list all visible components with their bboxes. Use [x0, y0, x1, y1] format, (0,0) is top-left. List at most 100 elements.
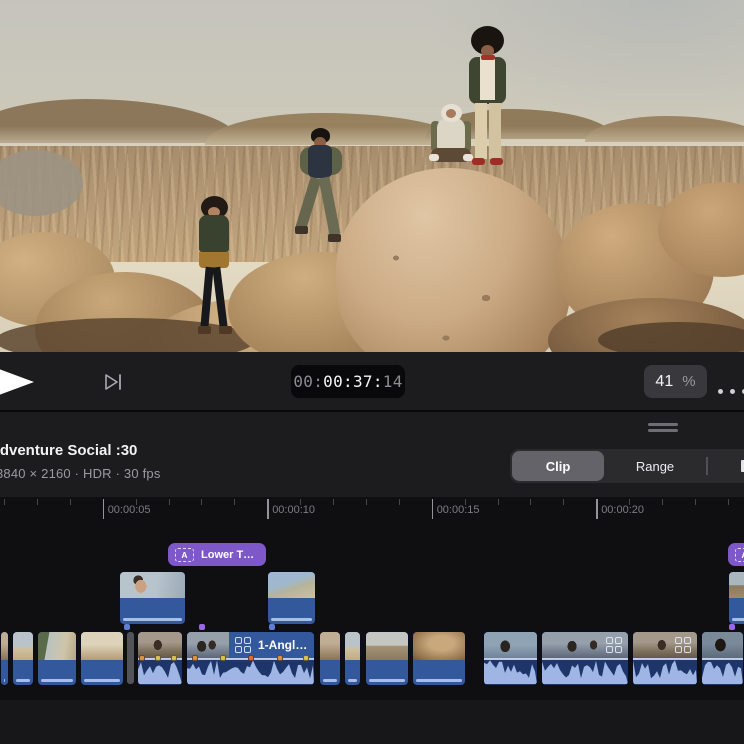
clip-marker [155, 655, 161, 661]
timeline-header: Adventure Social :30 3840 × 2160 · HDR ·… [0, 412, 744, 497]
timecode-hours: 00: [293, 372, 323, 391]
gap-clip[interactable] [127, 632, 134, 684]
multicam-icon [235, 637, 251, 653]
zoom-level-button[interactable]: 41 % [644, 365, 707, 398]
clip-marker [171, 655, 177, 661]
connected-clip[interactable] [728, 571, 744, 625]
timeline-clip[interactable] [344, 631, 361, 686]
timeline-clip[interactable] [0, 631, 9, 686]
clip-thumbnail [81, 632, 123, 660]
clip-thumbnail [320, 632, 340, 660]
clip-audio-stripe [84, 679, 120, 682]
audio-waveform [138, 659, 182, 684]
clip-marker [277, 655, 283, 661]
segment-range[interactable]: Range [604, 449, 706, 483]
timeline-clip[interactable] [137, 631, 183, 686]
timeline: 00:00:0500:00:1000:00:1500:00:20 ALower … [0, 497, 744, 744]
rock-shadow [598, 322, 744, 352]
clip-seam [702, 658, 743, 660]
timeline-clip[interactable] [483, 631, 538, 686]
title-clip-label: Lower T… [201, 549, 254, 561]
clip-thumbnail [702, 632, 743, 658]
clip-thumbnail [484, 632, 537, 658]
clip-marker [192, 655, 198, 661]
connection-dot [199, 624, 205, 630]
multicam-icon [606, 637, 622, 653]
zoom-unit: % [682, 373, 695, 390]
clip-audio-stripe [323, 679, 337, 682]
segment-divider [706, 457, 708, 475]
more-options-icon[interactable] [718, 389, 744, 395]
clip-thumbnail [120, 572, 185, 598]
clip-seam [633, 658, 697, 660]
clip-label: 1-Angl… [258, 638, 307, 652]
timeline-tracks: A Lower T… A 1-Angl… [0, 497, 744, 744]
skip-to-end-icon[interactable] [103, 372, 125, 392]
timeline-clip[interactable] [12, 631, 34, 686]
waveform-area [187, 659, 314, 685]
timeline-clip[interactable]: 1-Angl… [186, 631, 315, 686]
fcp-ipad-app: { "transport": { "timecode": {"dim_prefi… [0, 0, 744, 744]
timeline-clip[interactable] [319, 631, 341, 686]
clip-thumbnail [345, 632, 360, 660]
audio-waveform [542, 659, 628, 684]
clip-marker [303, 655, 309, 661]
trim-mode-segmented-control: Clip Range [510, 449, 744, 483]
clip-thumbnail [366, 632, 408, 660]
clip-marker [220, 655, 226, 661]
clip-thumbnail [38, 632, 76, 660]
clip-audio-stripe [4, 679, 5, 682]
resize-handle[interactable] [648, 423, 678, 435]
title-clip[interactable]: A [728, 543, 744, 566]
timeline-clip[interactable] [412, 631, 466, 686]
clip-audio-stripe [16, 679, 30, 682]
zoom-value: 41 [655, 373, 673, 391]
clip-audio-stripe [41, 679, 73, 682]
multicam-icon [675, 637, 691, 653]
figure-standing-top [460, 26, 516, 176]
clip-marker [248, 655, 254, 661]
title-icon: A [175, 548, 194, 562]
waveform-area [702, 659, 743, 685]
audio-waveform [187, 659, 314, 684]
clip-thumbnail [1, 632, 8, 660]
clip-audio-stripe [123, 618, 182, 621]
clip-thumbnail [268, 572, 315, 598]
project-specs: 3840 × 2160 · HDR · 30 fps [0, 466, 161, 481]
project-title: Adventure Social :30 [0, 442, 137, 459]
video-preview [0, 0, 744, 352]
clip-marker [139, 655, 145, 661]
clip-thumbnail [729, 572, 744, 598]
clip-audio-stripe [348, 679, 357, 682]
audio-waveform [484, 659, 537, 684]
clip-thumbnail [13, 632, 33, 660]
figure-standing-left [192, 196, 238, 346]
segment-clip[interactable]: Clip [512, 451, 604, 481]
timeline-clip[interactable] [365, 631, 409, 686]
timeline-clip[interactable] [37, 631, 77, 686]
timeline-clip[interactable] [541, 631, 629, 686]
connected-clip[interactable] [267, 571, 316, 625]
audio-waveform [702, 659, 743, 684]
connected-clip[interactable] [119, 571, 186, 625]
transport-bar: 00:00:37:14 41 % [0, 352, 744, 412]
audio-waveform [633, 659, 697, 684]
clip-audio-stripe [732, 618, 744, 621]
timeline-clip[interactable] [632, 631, 698, 686]
timeline-clip[interactable] [701, 631, 744, 686]
waveform-area [484, 659, 537, 685]
clip-audio-stripe [271, 618, 312, 621]
timecode-display[interactable]: 00:00:37:14 [291, 365, 405, 398]
waveform-area [138, 659, 182, 685]
timeline-clip[interactable] [80, 631, 124, 686]
clip-seam [484, 658, 537, 660]
title-clip[interactable]: A Lower T… [168, 543, 266, 566]
timecode-frames: 14 [383, 372, 403, 391]
connection-dot [269, 624, 275, 630]
clip-audio-stripe [416, 679, 462, 682]
clip-audio-stripe [369, 679, 405, 682]
clip-thumbnail [413, 632, 465, 660]
play-icon[interactable] [0, 365, 34, 399]
timecode-main: 00:37: [323, 372, 383, 391]
waveform-area [633, 659, 697, 685]
